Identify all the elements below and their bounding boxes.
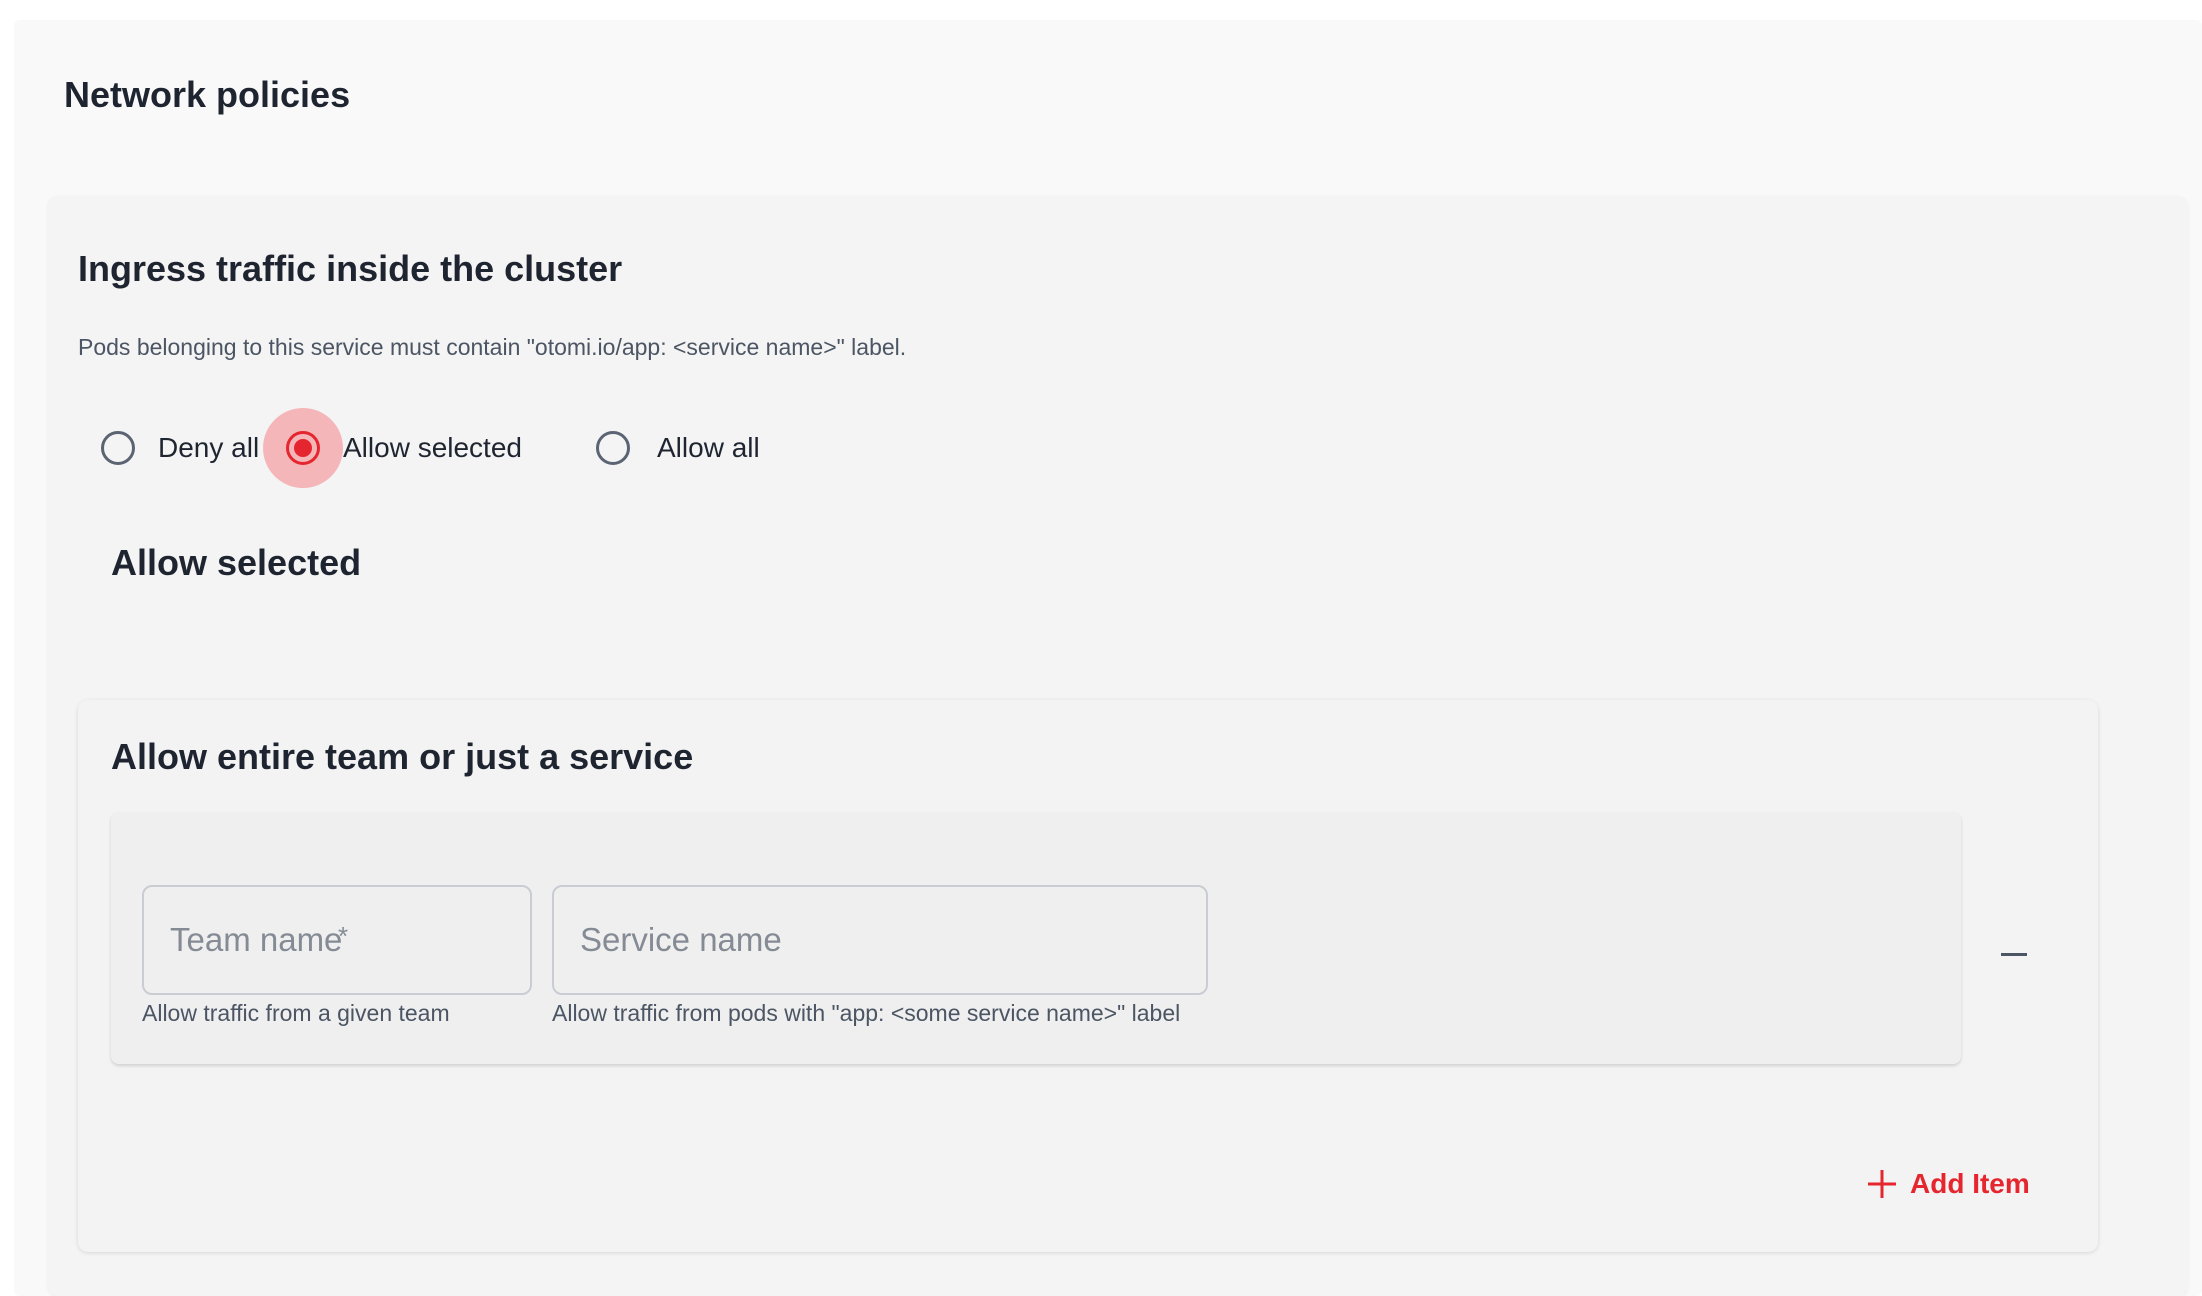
radio-allow-all-label: Allow all	[657, 432, 760, 463]
radio-allow-selected[interactable]: Allow selected	[263, 408, 522, 488]
radio-checked-icon	[286, 431, 320, 465]
plus-icon	[1868, 1170, 1896, 1198]
radio-dot	[294, 439, 312, 457]
add-item-button[interactable]: Add Item	[1866, 1162, 2030, 1206]
allow-selected-heading: Allow selected	[111, 542, 362, 583]
radio-unchecked-icon	[101, 431, 135, 465]
radio-allow-all-control[interactable]	[573, 408, 653, 488]
service-name-field[interactable]	[552, 885, 1208, 995]
add-item-label: Add Item	[1910, 1168, 2030, 1199]
radio-allow-all[interactable]: Allow all	[573, 408, 760, 488]
minus-icon	[2001, 952, 2027, 956]
required-marker: *	[338, 921, 349, 951]
team-name-field[interactable]: *	[142, 885, 532, 995]
radio-allow-selected-label: Allow selected	[343, 432, 522, 463]
page-title: Network policies	[64, 74, 351, 115]
radio-allow-selected-control[interactable]	[263, 408, 343, 488]
remove-item-button[interactable]	[1990, 930, 2038, 978]
team-name-helper: Allow traffic from a given team	[142, 1000, 450, 1026]
service-name-input[interactable]	[554, 887, 1206, 993]
team-name-input[interactable]	[144, 887, 530, 993]
radio-deny-all-label: Deny all	[158, 432, 260, 463]
ingress-description: Pods belonging to this service must cont…	[78, 334, 907, 360]
allow-list-title: Allow entire team or just a service	[111, 736, 694, 777]
service-name-helper: Allow traffic from pods with "app: <some…	[552, 1000, 1181, 1026]
ingress-title: Ingress traffic inside the cluster	[78, 248, 623, 289]
radio-unchecked-icon	[596, 431, 630, 465]
radio-deny-all-control[interactable]	[78, 408, 158, 488]
radio-deny-all[interactable]: Deny all	[78, 408, 259, 488]
